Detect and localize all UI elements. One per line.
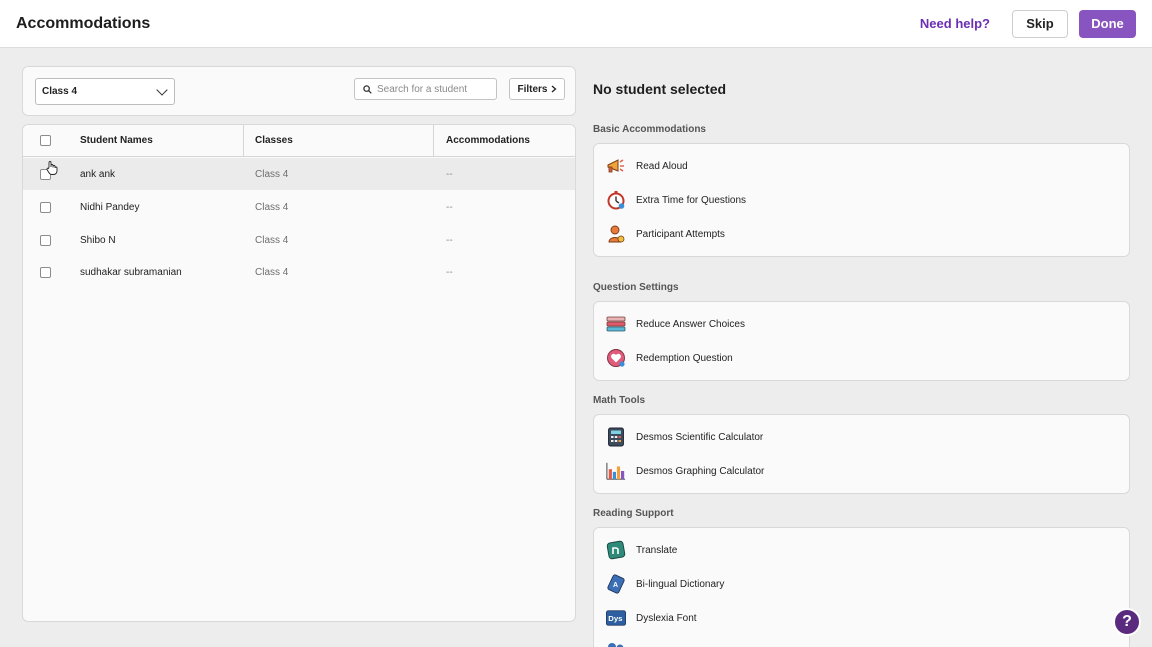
accommodation-label: Reduce Answer Choices <box>636 318 745 330</box>
student-name: Shibo N <box>80 234 116 246</box>
filter-bar: Class 4 Filters <box>22 66 576 116</box>
done-button[interactable]: Done <box>1079 9 1136 38</box>
setting-redemption-question[interactable]: Redemption Question <box>606 347 733 369</box>
skip-button[interactable]: Skip <box>1012 9 1068 38</box>
student-accommodations: -- <box>446 234 453 246</box>
dictionary-icon: A <box>606 574 626 594</box>
student-search[interactable] <box>354 78 497 100</box>
accommodation-extra-time[interactable]: Extra Time for Questions <box>606 189 746 211</box>
top-bar: Accommodations Need help? Skip Done <box>0 0 1152 48</box>
row-checkbox[interactable] <box>40 201 51 213</box>
student-name: sudhakar subramanian <box>80 266 182 278</box>
column-header-accommodations: Accommodations <box>446 135 530 146</box>
chevron-right-icon <box>551 85 556 93</box>
search-input[interactable] <box>377 83 487 95</box>
help-chat-button[interactable]: ? <box>1113 608 1141 636</box>
section-label-math-tools: Math Tools <box>593 395 646 406</box>
support-dyslexia-font[interactable]: Dys Dyslexia Font <box>606 607 697 629</box>
accommodation-label: Desmos Scientific Calculator <box>636 431 764 443</box>
reading-support-card: Translate A Bi-lingual Dictionary Dys Dy… <box>593 527 1130 647</box>
accommodation-label: Read Aloud <box>636 160 688 172</box>
accommodation-read-aloud[interactable]: Read Aloud <box>606 155 688 177</box>
page-title: Accommodations <box>16 14 151 32</box>
heart-icon <box>606 348 626 368</box>
row-checkbox[interactable] <box>40 234 51 246</box>
dyslexia-font-icon: Dys <box>606 608 626 628</box>
accommodation-label: Dyslexia Font <box>636 612 697 624</box>
student-accommodations: -- <box>446 201 453 213</box>
column-header-classes: Classes <box>244 125 434 157</box>
basic-accommodations-card: Read Aloud Extra Time for Questions Part… <box>593 143 1130 257</box>
accommodation-label: Bi-lingual Dictionary <box>636 578 725 590</box>
math-tools-card: Desmos Scientific Calculator Desmos Grap… <box>593 414 1130 494</box>
setting-reduce-answer-choices[interactable]: Reduce Answer Choices <box>606 313 745 335</box>
student-class: Class 4 <box>255 201 289 213</box>
accommodation-label: Translate <box>636 544 678 556</box>
filters-button[interactable]: Filters <box>509 78 565 100</box>
student-table: Student Names Classes Accommodations ank… <box>22 124 576 622</box>
class-select[interactable]: Class 4 <box>35 78 175 105</box>
column-header-names: Student Names <box>68 125 244 157</box>
row-checkbox[interactable] <box>40 266 51 278</box>
table-header: Student Names Classes Accommodations <box>23 125 575 157</box>
calculator-icon <box>606 427 626 447</box>
megaphone-icon <box>606 156 626 176</box>
class-select-value: Class 4 <box>42 86 78 97</box>
accommodation-label: Participant Attempts <box>636 228 725 240</box>
student-accommodations: -- <box>446 168 453 180</box>
student-name: ank ank <box>80 168 116 180</box>
svg-text:Dys: Dys <box>608 614 622 623</box>
student-class: Class 4 <box>255 234 289 246</box>
support-item-partial[interactable] <box>606 638 626 647</box>
section-label-reading-support: Reading Support <box>593 508 674 519</box>
panel-title: No student selected <box>593 81 727 97</box>
section-label-question-settings: Question Settings <box>593 282 679 293</box>
select-all-checkbox[interactable] <box>40 135 51 146</box>
timer-icon <box>606 190 626 210</box>
student-class: Class 4 <box>255 266 289 278</box>
support-translate[interactable]: Translate <box>606 539 677 561</box>
search-icon <box>363 84 372 94</box>
chevron-down-icon <box>156 83 168 96</box>
question-settings-card: Reduce Answer Choices Redemption Questio… <box>593 301 1130 381</box>
table-row[interactable]: sudhakar subramanian Class 4 -- <box>23 256 575 288</box>
tool-desmos-graphing[interactable]: Desmos Graphing Calculator <box>606 460 764 482</box>
accommodation-participant-attempts[interactable]: Participant Attempts <box>606 223 725 245</box>
student-class: Class 4 <box>255 168 289 180</box>
accommodation-label: Desmos Graphing Calculator <box>636 465 765 477</box>
svg-text:A: A <box>613 582 618 589</box>
student-accommodations: -- <box>446 266 453 278</box>
section-label-basic: Basic Accommodations <box>593 124 706 135</box>
accommodation-label: Extra Time for Questions <box>636 194 747 206</box>
tool-desmos-scientific[interactable]: Desmos Scientific Calculator <box>606 426 763 448</box>
reading-support-icon <box>606 639 626 647</box>
student-name: Nidhi Pandey <box>80 201 140 213</box>
hand-cursor-icon <box>46 161 58 175</box>
stacked-bars-icon <box>606 314 626 334</box>
support-bilingual-dictionary[interactable]: A Bi-lingual Dictionary <box>606 573 724 595</box>
table-row[interactable]: ank ank Class 4 -- <box>23 158 575 190</box>
table-row[interactable]: Shibo N Class 4 -- <box>23 224 575 256</box>
participant-icon <box>606 224 626 244</box>
table-row[interactable]: Nidhi Pandey Class 4 -- <box>23 191 575 223</box>
filters-button-label: Filters <box>517 83 548 95</box>
need-help-link[interactable]: Need help? <box>920 16 990 31</box>
translate-icon <box>606 540 626 560</box>
bar-graph-icon <box>606 461 626 481</box>
accommodation-label: Redemption Question <box>636 352 733 364</box>
